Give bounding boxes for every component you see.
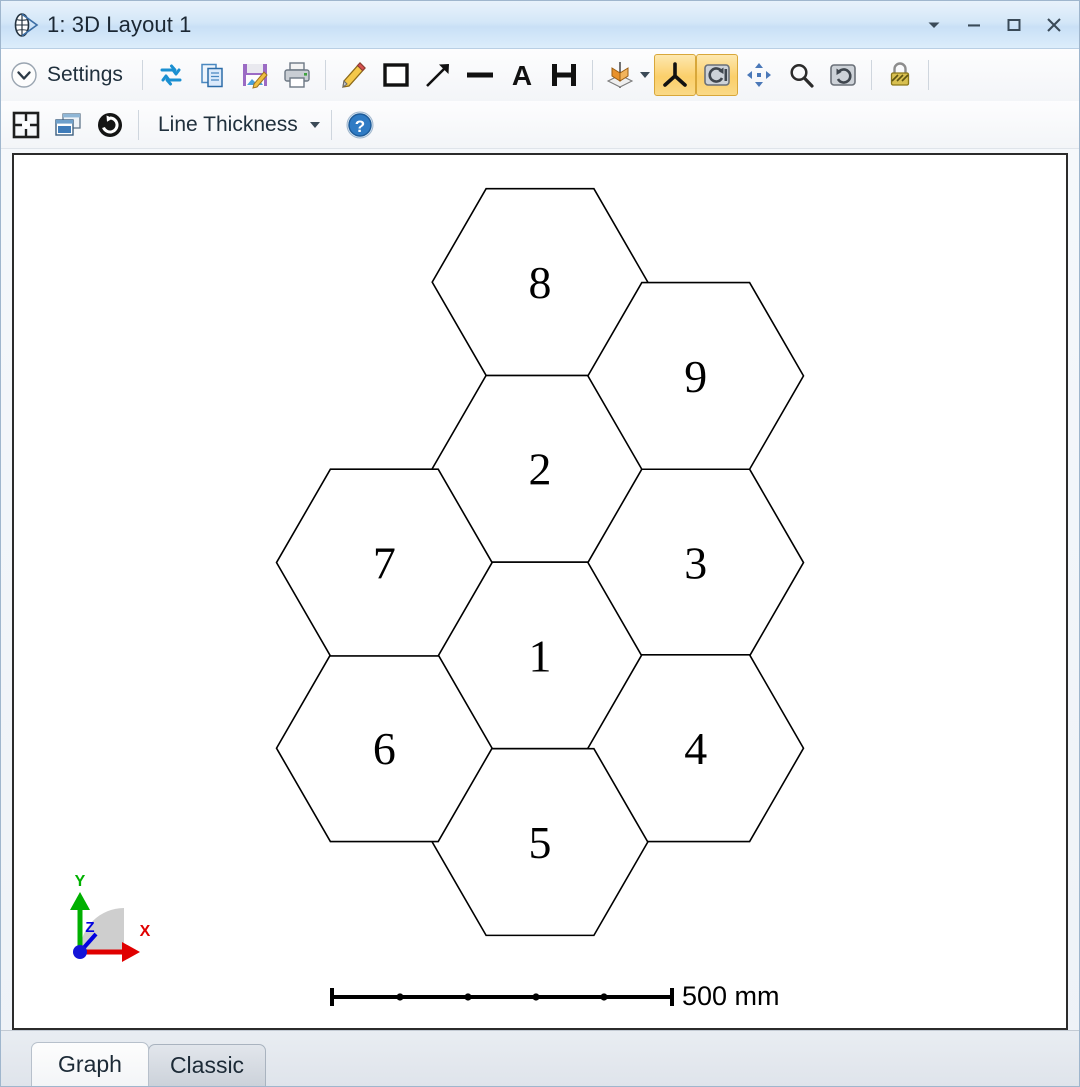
save-image-button[interactable] (234, 54, 276, 96)
toolbar-separator (331, 110, 332, 140)
draw-rectangle-button[interactable] (375, 54, 417, 96)
hexagon-label: 9 (684, 351, 707, 402)
lock-button[interactable] (879, 54, 921, 96)
rotate-3d-toggle[interactable] (654, 54, 696, 96)
text-a-icon: A (506, 59, 538, 91)
svg-text:?: ? (355, 117, 365, 136)
toolbar-separator (928, 60, 929, 90)
copy-button[interactable] (192, 54, 234, 96)
close-button[interactable] (1035, 8, 1073, 42)
lens-3d-icon (11, 10, 41, 40)
title-bar: 1: 3D Layout 1 (1, 1, 1079, 49)
pan-button[interactable] (738, 54, 780, 96)
cascade-windows-icon (52, 109, 84, 141)
reset-view-button[interactable] (822, 54, 864, 96)
draw-arrow-button[interactable] (417, 54, 459, 96)
scale-bar: 500 mm (328, 981, 780, 1012)
toolbar-separator (592, 60, 593, 90)
arrow-icon (422, 59, 454, 91)
chevron-down-icon[interactable] (640, 72, 650, 78)
tab-classic-label: Classic (170, 1052, 244, 1079)
print-icon (281, 59, 313, 91)
fit-window-icon (10, 109, 42, 141)
tab-graph[interactable]: Graph (31, 1042, 149, 1086)
rectangle-icon (380, 59, 412, 91)
layout-window: 1: 3D Layout 1 Setting (0, 0, 1080, 1087)
minimize-button[interactable] (955, 8, 993, 42)
toolbar-row-1: Settings (1, 49, 1079, 101)
dimension-h-icon (548, 59, 580, 91)
fit-window-button[interactable] (5, 104, 47, 146)
refresh-circle-icon (95, 110, 125, 140)
hexagon-label: 8 (529, 257, 552, 308)
line-thickness-dropdown[interactable]: Line Thickness (146, 104, 324, 146)
hexagon-label: 5 (529, 817, 552, 868)
hexagon-label: 1 (529, 630, 552, 681)
draw-line-button[interactable] (459, 54, 501, 96)
scale-bar-label: 500 mm (682, 981, 780, 1012)
line-thickness-label: Line Thickness (150, 113, 306, 137)
toolbar-row-2: Line Thickness ? (1, 101, 1079, 149)
magnifier-icon (786, 60, 816, 90)
zoom-button[interactable] (780, 54, 822, 96)
hexagon-layout-drawing: 1 2 3 4 5 6 7 8 9 (14, 155, 1066, 1028)
window-layout-button[interactable] (47, 104, 89, 146)
pencil-icon (338, 59, 370, 91)
dropdown-menu-button[interactable] (915, 8, 953, 42)
annotate-pencil-button[interactable] (333, 54, 375, 96)
chevron-down-icon (310, 122, 320, 128)
dimension-button[interactable] (543, 54, 585, 96)
svg-text:A: A (512, 60, 532, 91)
view-tab-bar: Graph Classic (1, 1030, 1079, 1086)
iso-view-icon (604, 59, 636, 91)
refresh-sync-icon (155, 59, 187, 91)
toolbar-separator (871, 60, 872, 90)
axis-orientation-indicator: Y X Z (62, 874, 158, 970)
toolbar-separator (138, 110, 139, 140)
hexagon-label: 3 (684, 538, 707, 589)
window-controls (915, 8, 1073, 42)
toolbar-separator (325, 60, 326, 90)
toolbar-separator (142, 60, 143, 90)
settings-label: Settings (39, 63, 131, 87)
chevron-down-circle-icon (9, 60, 39, 90)
help-question-icon: ? (344, 109, 376, 141)
copy-icon (197, 59, 229, 91)
tab-classic[interactable]: Classic (148, 1044, 266, 1086)
tab-graph-label: Graph (58, 1051, 122, 1078)
hexagon-label: 4 (684, 723, 707, 774)
save-image-icon (239, 59, 271, 91)
padlock-icon (886, 60, 914, 90)
graph-canvas-area[interactable]: 1 2 3 4 5 6 7 8 9 Y X Z 500 mm (12, 153, 1068, 1030)
svg-text:X: X (140, 923, 151, 940)
svg-text:Y: Y (75, 874, 86, 890)
hexagon-label: 6 (373, 723, 396, 774)
pan-move-icon (744, 60, 774, 90)
refresh-button[interactable] (150, 54, 192, 96)
help-button[interactable]: ? (339, 104, 381, 146)
hexagon-label: 2 (529, 444, 552, 495)
axis-tripod-icon (660, 60, 690, 90)
window-title: 1: 3D Layout 1 (47, 12, 192, 38)
scale-bar-graphic (328, 982, 676, 1012)
refresh-view-button[interactable] (89, 104, 131, 146)
settings-button[interactable]: Settings (5, 54, 135, 96)
maximize-button[interactable] (995, 8, 1033, 42)
view-orientation-button[interactable] (600, 54, 654, 96)
print-button[interactable] (276, 54, 318, 96)
line-icon (464, 59, 496, 91)
hexagon-label: 7 (373, 538, 396, 589)
rotate-screen-icon (702, 60, 732, 90)
add-text-button[interactable]: A (501, 54, 543, 96)
spin-toggle[interactable] (696, 54, 738, 96)
svg-text:Z: Z (85, 919, 94, 936)
undo-view-icon (828, 60, 858, 90)
